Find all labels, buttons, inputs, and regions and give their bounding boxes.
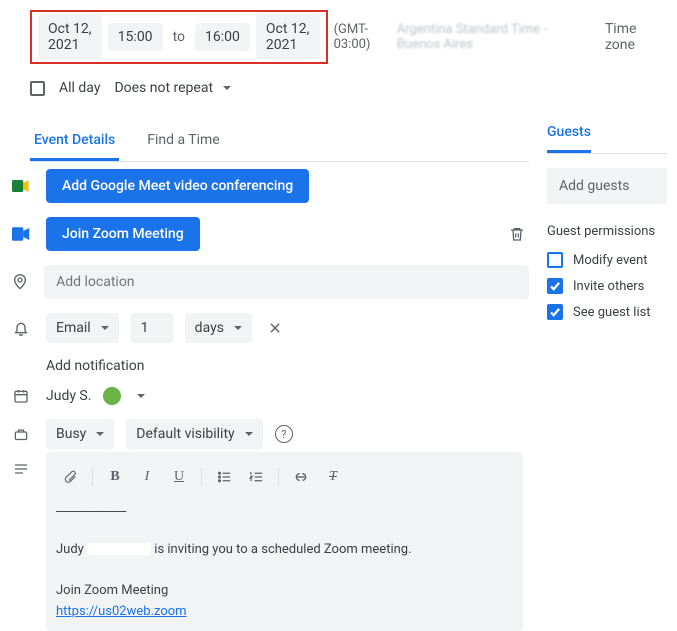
guest-permissions-header: Guest permissions: [547, 224, 667, 239]
remove-notification-icon[interactable]: [264, 317, 286, 339]
owner-caret[interactable]: [133, 388, 145, 404]
meet-icon: [8, 178, 34, 194]
all-day-checkbox[interactable]: [30, 81, 45, 96]
join-zoom-button[interactable]: Join Zoom Meeting: [46, 217, 200, 251]
add-notification-button[interactable]: Add notification: [8, 350, 529, 380]
recurrence-select[interactable]: Does not repeat: [114, 80, 231, 96]
calendar-icon: [8, 388, 34, 404]
location-icon: [8, 272, 32, 292]
owner-name: Judy S.: [46, 388, 91, 404]
number-list-button[interactable]: [242, 464, 270, 490]
clear-format-button[interactable]: T: [319, 464, 347, 490]
bold-button[interactable]: B: [101, 464, 129, 490]
location-input[interactable]: [44, 265, 529, 299]
visibility-select[interactable]: Default visibility: [126, 419, 262, 449]
owner-avatar[interactable]: [103, 387, 121, 405]
end-time[interactable]: 16:00: [195, 23, 250, 51]
attach-icon[interactable]: [56, 464, 84, 490]
format-toolbar: B I U T: [56, 460, 513, 498]
end-date[interactable]: Oct 12, 2021: [256, 15, 320, 59]
description-textarea[interactable]: ____________ Judy is inviting you to a s…: [56, 498, 513, 623]
invite-others-checkbox[interactable]: [547, 278, 563, 294]
notification-icon: [8, 319, 34, 337]
availability-select[interactable]: Busy: [46, 419, 114, 449]
notif-method-select[interactable]: Email: [46, 313, 119, 343]
briefcase-icon: [8, 427, 34, 442]
see-guest-list-label: See guest list: [573, 305, 651, 320]
modify-event-checkbox[interactable]: [547, 252, 563, 268]
notif-qty-input[interactable]: 1: [131, 313, 173, 343]
tab-event-details[interactable]: Event Details: [30, 124, 119, 161]
help-icon[interactable]: ?: [275, 425, 293, 443]
zoom-link[interactable]: https://us02web.zoom: [56, 604, 187, 619]
modify-event-label: Modify event: [573, 253, 648, 268]
tab-find-time[interactable]: Find a Time: [143, 124, 224, 161]
delete-conference-icon[interactable]: [509, 225, 529, 243]
notif-unit-select[interactable]: days: [185, 313, 252, 343]
link-button[interactable]: [287, 464, 315, 490]
description-icon: [8, 463, 34, 475]
tz-name: Argentina Standard Time - Buenos Aires: [397, 22, 581, 52]
see-guest-list-checkbox[interactable]: [547, 304, 563, 320]
guests-header: Guests: [547, 106, 591, 153]
tz-button[interactable]: Time zone: [605, 21, 657, 53]
to-label: to: [169, 29, 189, 45]
start-time[interactable]: 15:00: [108, 23, 163, 51]
start-date[interactable]: Oct 12, 2021: [38, 15, 102, 59]
all-day-label: All day: [59, 80, 100, 96]
add-meet-button[interactable]: Add Google Meet video conferencing: [46, 169, 309, 203]
underline-button[interactable]: U: [165, 464, 193, 490]
video-icon: [8, 227, 34, 241]
datetime-highlight: Oct 12, 2021 15:00 to 16:00 Oct 12, 2021: [30, 10, 328, 64]
invite-others-label: Invite others: [573, 279, 644, 294]
add-guests-input[interactable]: Add guests: [547, 168, 667, 204]
datetime-row: Oct 12, 2021 15:00 to 16:00 Oct 12, 2021…: [0, 0, 677, 72]
italic-button[interactable]: I: [133, 464, 161, 490]
tz-offset: (GMT-03:00): [334, 22, 391, 52]
bullet-list-button[interactable]: [210, 464, 238, 490]
